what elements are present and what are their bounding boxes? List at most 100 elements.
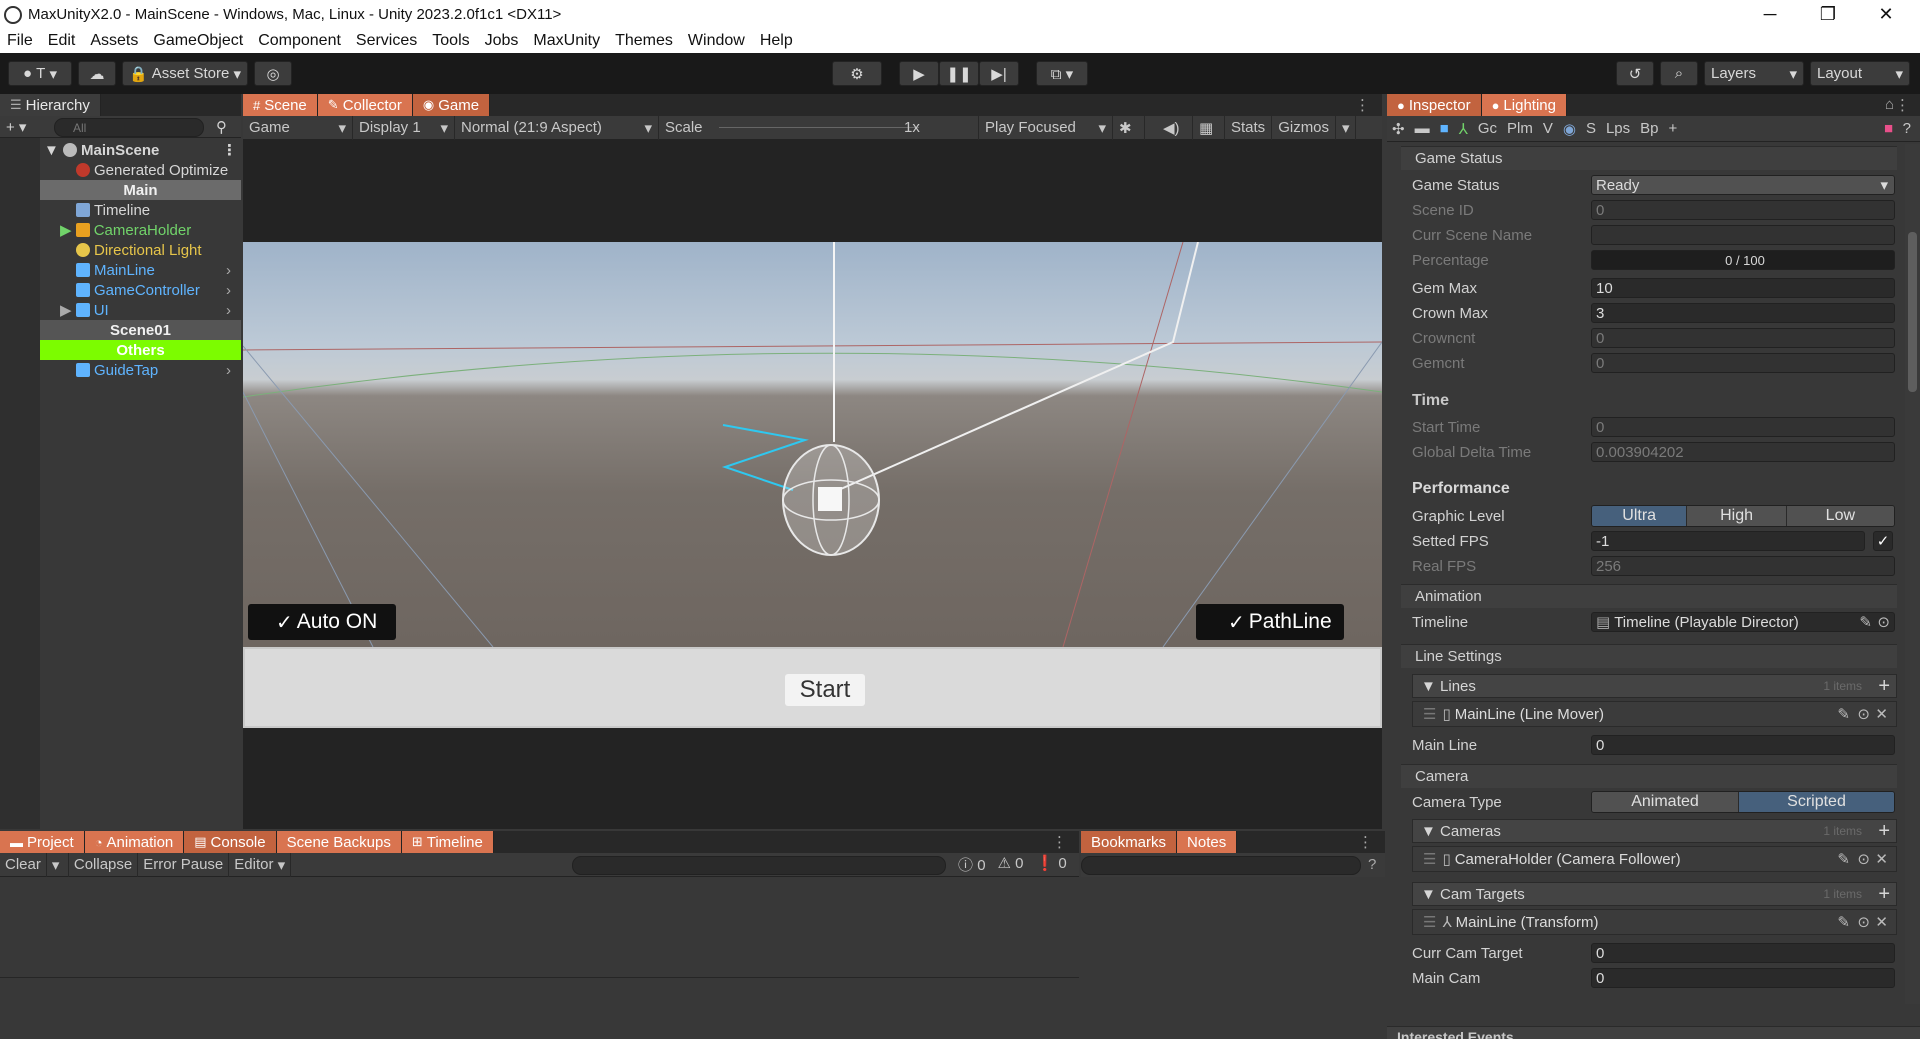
tab-bookmarks[interactable]: Bookmarks: [1081, 831, 1178, 853]
tab-lighting[interactable]: ● Lighting: [1481, 94, 1567, 116]
version-control-button[interactable]: ◎: [254, 61, 292, 86]
step-button[interactable]: ▶|: [979, 61, 1019, 86]
crown-max-field[interactable]: 3: [1591, 303, 1895, 323]
shortcuts-button[interactable]: ▦: [1193, 115, 1225, 140]
edit-icon[interactable]: ✎: [1837, 850, 1850, 868]
frame-debugger-button[interactable]: ✱: [1113, 115, 1145, 140]
menu-edit[interactable]: Edit: [41, 32, 84, 50]
graphic-level-high[interactable]: High: [1687, 506, 1787, 526]
target-icon[interactable]: ⊙: [1857, 850, 1870, 868]
menu-file[interactable]: File: [0, 32, 41, 50]
kebab-menu-icon[interactable]: ⋮: [1052, 833, 1067, 851]
mute-audio-button[interactable]: ◀): [1157, 115, 1193, 140]
hierarchy-item-timeline[interactable]: Timeline: [0, 200, 241, 220]
curr-cam-target-field[interactable]: 0: [1591, 943, 1895, 963]
cam-targets-list-header[interactable]: ▼ Cam Targets 1 items +: [1412, 882, 1897, 906]
tab-scene[interactable]: # Scene: [243, 94, 318, 116]
build-profile-button[interactable]: ⧉ ▾: [1036, 61, 1088, 86]
tab-scene-backups[interactable]: Scene Backups: [276, 831, 402, 853]
hierarchy-item-directional-light[interactable]: Directional Light: [0, 240, 241, 260]
cube-icon[interactable]: ■: [1435, 120, 1454, 137]
add-icon[interactable]: +: [1878, 883, 1890, 906]
camera-type-animated[interactable]: Animated: [1592, 792, 1740, 812]
hierarchy-item-scene01[interactable]: Scene01: [40, 320, 241, 340]
layers-dropdown[interactable]: Layers ▾: [1704, 61, 1804, 86]
collapse-button[interactable]: Collapse: [69, 852, 139, 877]
menu-jobs[interactable]: Jobs: [478, 32, 527, 50]
menu-services[interactable]: Services: [349, 32, 425, 50]
transform-icon[interactable]: ⅄: [1454, 120, 1473, 138]
menu-themes[interactable]: Themes: [608, 32, 681, 50]
target-icon[interactable]: ⊙: [1857, 705, 1870, 723]
bookmarks-search-input[interactable]: [1081, 856, 1361, 875]
edit-icon[interactable]: ✎: [1837, 705, 1850, 723]
tool-plm[interactable]: Plm: [1502, 120, 1538, 137]
scale-slider[interactable]: Scale 1x: [659, 115, 979, 140]
game-status-header[interactable]: Game Status: [1401, 146, 1897, 170]
play-mode-dropdown[interactable]: Play Focused ▾: [979, 115, 1113, 140]
menu-component[interactable]: Component: [251, 32, 349, 50]
start-button[interactable]: Start: [785, 674, 865, 706]
menu-assets[interactable]: Assets: [83, 32, 146, 50]
warning-toggle[interactable]: ⚠ 0: [998, 854, 1024, 875]
game-viewport[interactable]: ✓ Auto ON ✓ PathLine: [243, 242, 1382, 647]
gizmos-dropdown[interactable]: ▾: [1336, 115, 1357, 140]
gem-max-field[interactable]: 10: [1591, 278, 1895, 298]
add-icon[interactable]: + ▾: [6, 118, 26, 136]
folder-icon[interactable]: ▬: [1410, 120, 1435, 137]
edit-icon[interactable]: ✎: [1837, 913, 1850, 931]
interested-events-header[interactable]: Interested Events: [1387, 1026, 1920, 1039]
lock-icon[interactable]: ⌂: [1885, 96, 1894, 113]
hierarchy-search-input[interactable]: [54, 118, 204, 137]
tool-bp[interactable]: Bp: [1635, 120, 1663, 137]
hierarchy-item-guidetap[interactable]: GuideTap ›: [0, 360, 241, 380]
account-button[interactable]: ● T ▾: [8, 61, 72, 86]
close-button[interactable]: ✕: [1858, 0, 1914, 29]
animation-header[interactable]: Animation: [1401, 584, 1897, 608]
tool-lps[interactable]: Lps: [1601, 120, 1635, 137]
tab-notes[interactable]: Notes: [1177, 831, 1238, 853]
add-tool-icon[interactable]: +: [1664, 120, 1683, 137]
remove-icon[interactable]: ✕: [1875, 913, 1888, 931]
game-status-dropdown[interactable]: Ready ▾: [1591, 175, 1895, 195]
target-icon[interactable]: ⊙: [1857, 913, 1870, 931]
graphic-level-low[interactable]: Low: [1786, 506, 1894, 526]
menu-maxunity[interactable]: MaxUnity: [526, 32, 608, 50]
add-icon[interactable]: +: [1878, 820, 1890, 843]
drag-handle-icon[interactable]: ☰: [1423, 850, 1436, 868]
main-line-field[interactable]: 0: [1591, 735, 1895, 755]
tab-animation[interactable]: ◔ Animation: [84, 831, 185, 853]
pathline-toggle-button[interactable]: ✓ PathLine: [1196, 604, 1344, 640]
hierarchy-item-ui[interactable]: ▶ UI ›: [0, 300, 241, 320]
target-icon[interactable]: ⊙: [1877, 613, 1890, 631]
drag-handle-icon[interactable]: ☰: [1423, 913, 1436, 931]
maximize-button[interactable]: ❐: [1800, 0, 1856, 29]
tool-gc[interactable]: Gc: [1473, 120, 1502, 137]
main-cam-field[interactable]: 0: [1591, 968, 1895, 988]
stats-button[interactable]: Stats: [1225, 115, 1273, 140]
menu-help[interactable]: Help: [753, 32, 801, 50]
tool-s[interactable]: S: [1581, 120, 1601, 137]
tab-inspector[interactable]: ● Inspector: [1387, 94, 1482, 116]
snap-settings-button[interactable]: ⚙: [832, 61, 882, 86]
menu-gameobject[interactable]: GameObject: [146, 32, 251, 50]
camera-type-scripted[interactable]: Scripted: [1739, 792, 1894, 812]
auto-toggle-button[interactable]: ✓ Auto ON: [248, 604, 396, 640]
tab-collector[interactable]: ✎ Collector: [317, 94, 413, 116]
add-icon[interactable]: +: [1878, 675, 1890, 698]
tab-timeline[interactable]: ⊞ Timeline: [401, 831, 494, 853]
drag-handle-icon[interactable]: ☰: [1423, 705, 1436, 723]
pause-button[interactable]: ❚❚: [939, 61, 979, 86]
help-icon[interactable]: ?: [1368, 856, 1376, 873]
tab-hierarchy[interactable]: ☰ Hierarchy: [0, 94, 101, 116]
editor-dropdown[interactable]: Editor ▾: [229, 852, 292, 877]
scale-slider-track[interactable]: [719, 126, 919, 128]
cameras-list-header[interactable]: ▼ Cameras 1 items +: [1412, 819, 1897, 843]
line-settings-header[interactable]: Line Settings: [1401, 644, 1897, 668]
graphic-level-ultra[interactable]: Ultra: [1592, 506, 1688, 526]
camera-header[interactable]: Camera: [1401, 764, 1897, 788]
asset-store-button[interactable]: 🔒 Asset Store ▾: [122, 61, 248, 86]
error-toggle[interactable]: ❗ 0: [1036, 854, 1067, 875]
kebab-menu-icon[interactable]: ⋮: [1358, 833, 1373, 851]
undo-history-button[interactable]: ↺: [1616, 61, 1654, 86]
